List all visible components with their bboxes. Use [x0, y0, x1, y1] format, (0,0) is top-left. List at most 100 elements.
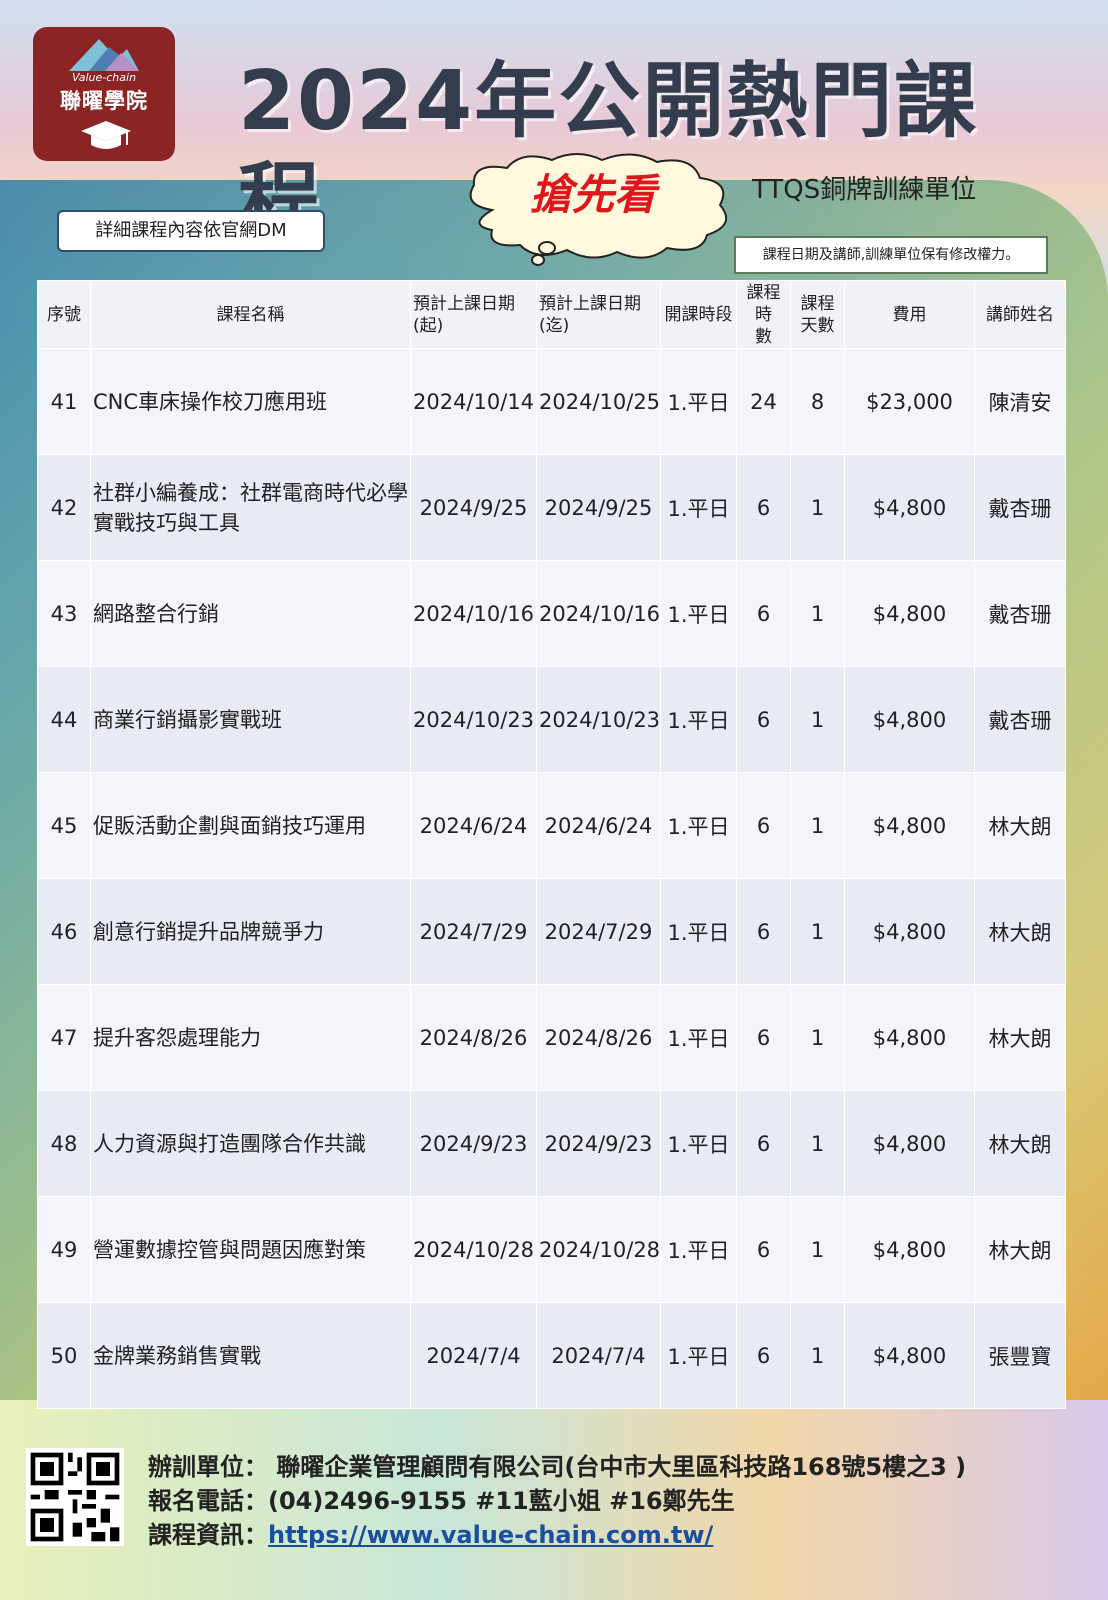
cell-no: 50	[37, 1302, 91, 1409]
table-row: 48 人力資源與打造團隊合作共識 2024/9/23 2024/9/23 1.平日 6 1 $…	[37, 1090, 1066, 1197]
cell-end: 2024/6/24	[536, 772, 661, 879]
cell-name: 創意行銷提升品牌競爭力	[90, 878, 411, 985]
header-hours: 課程時數	[736, 280, 791, 349]
rights-notice-box: 課程日期及講師,訓練單位保有修改權力。	[734, 236, 1048, 274]
cell-hours: 24	[736, 348, 791, 455]
cell-days: 1	[790, 1302, 845, 1409]
table-row: 47 提升客怨處理能力 2024/8/26 2024/8/26 1.平日 6 1 $4,800…	[37, 984, 1066, 1091]
cell-end: 2024/10/25	[536, 348, 661, 455]
cell-days: 1	[790, 560, 845, 667]
qr-code-icon	[26, 1448, 124, 1546]
header-no: 序號	[37, 280, 91, 349]
header-fee: 費用	[844, 280, 975, 349]
brand-logo: Value-chain 聯曜學院	[33, 27, 175, 161]
cell-start: 2024/9/23	[410, 1090, 537, 1197]
cell-slot: 1.平日	[660, 1196, 737, 1303]
ttqs-badge-text: TTQS銅牌訓練單位	[752, 175, 977, 205]
header-end: 預計上課日期 (迄)	[536, 280, 661, 349]
cell-teacher: 林大朗	[974, 1196, 1066, 1303]
cell-hours: 6	[736, 666, 791, 773]
cell-hours: 6	[736, 772, 791, 879]
logo-english-text: Value-chain	[71, 71, 137, 84]
cell-teacher: 陳清安	[974, 348, 1066, 455]
cell-teacher: 林大朗	[974, 984, 1066, 1091]
table-row: 43 網路整合行銷 2024/10/16 2024/10/16 1.平日 6 1 $4,800…	[37, 560, 1066, 667]
page-title: 2024年公開熱門課程	[238, 54, 979, 249]
course-table: 序號 課程名稱 預計上課日期 (起) 預計上課日期 (迄) 開課時段 課程時數 課程…	[37, 280, 1066, 1409]
table-row: 45 促販活動企劃與面銷技巧運用 2024/6/24 2024/6/24 1.平日 6 1 $…	[37, 772, 1066, 879]
cell-fee: $4,800	[844, 1302, 975, 1409]
cell-name: 營運數據控管與問題因應對策	[90, 1196, 411, 1303]
cell-hours: 6	[736, 560, 791, 667]
mountain-logo-icon	[69, 39, 139, 71]
cell-days: 1	[790, 772, 845, 879]
cell-no: 43	[37, 560, 91, 667]
cell-start: 2024/10/28	[410, 1196, 537, 1303]
cell-start: 2024/9/25	[410, 454, 537, 561]
course-rows: 41 CNC車床操作校刀應用班 2024/10/14 2024/10/25 1.平日 24…	[37, 348, 1066, 1409]
website-link[interactable]: https://www.value-chain.com.tw/	[268, 1521, 713, 1549]
cell-slot: 1.平日	[660, 348, 737, 455]
cell-slot: 1.平日	[660, 666, 737, 773]
table-row: 41 CNC車床操作校刀應用班 2024/10/14 2024/10/25 1.平日 24…	[37, 348, 1066, 455]
cell-slot: 1.平日	[660, 772, 737, 879]
cell-no: 46	[37, 878, 91, 985]
cell-name: 提升客怨處理能力	[90, 984, 411, 1091]
cell-hours: 6	[736, 1196, 791, 1303]
organizer-line: 辦訓單位： 聯曜企業管理顧問有限公司(台中市大里區科技路168號5樓之3 )	[148, 1453, 967, 1481]
cell-days: 1	[790, 666, 845, 773]
dm-note-box: 詳細課程內容依官網DM	[57, 210, 325, 252]
phone-line: 報名電話：(04)2496-9155 #11藍小姐 #16鄭先生	[148, 1487, 735, 1515]
table-header-row: 序號 課程名稱 預計上課日期 (起) 預計上課日期 (迄) 開課時段 課程時數 課程…	[37, 280, 1066, 349]
cell-teacher: 林大朗	[974, 772, 1066, 879]
logo-chinese-text: 聯曜學院	[60, 89, 148, 113]
cell-name: 金牌業務銷售實戰	[90, 1302, 411, 1409]
footer: 辦訓單位： 聯曜企業管理顧問有限公司(台中市大里區科技路168號5樓之3 ) 報…	[0, 1440, 1108, 1600]
header-name: 課程名稱	[90, 280, 411, 349]
cell-no: 42	[37, 454, 91, 561]
table-row: 46 創意行銷提升品牌競爭力 2024/7/29 2024/7/29 1.平日 6 1 $4,…	[37, 878, 1066, 985]
cell-hours: 6	[736, 1302, 791, 1409]
cell-end: 2024/7/29	[536, 878, 661, 985]
cell-name: 社群小編養成：社群電商時代必學實戰技巧與工具	[90, 454, 411, 561]
cell-no: 48	[37, 1090, 91, 1197]
cell-hours: 6	[736, 454, 791, 561]
header-days: 課程 天數	[790, 280, 845, 349]
cell-start: 2024/7/4	[410, 1302, 537, 1409]
cell-start: 2024/7/29	[410, 878, 537, 985]
cell-end: 2024/7/4	[536, 1302, 661, 1409]
table-row: 49 營運數據控管與問題因應對策 2024/10/28 2024/10/28 1.平日 6…	[37, 1196, 1066, 1303]
cell-slot: 1.平日	[660, 1302, 737, 1409]
cell-slot: 1.平日	[660, 1090, 737, 1197]
cell-slot: 1.平日	[660, 984, 737, 1091]
cell-end: 2024/9/25	[536, 454, 661, 561]
cell-no: 45	[37, 772, 91, 879]
cell-days: 1	[790, 454, 845, 561]
cell-end: 2024/10/16	[536, 560, 661, 667]
cell-no: 41	[37, 348, 91, 455]
cell-slot: 1.平日	[660, 878, 737, 985]
header-slot: 開課時段	[660, 280, 737, 349]
cell-fee: $4,800	[844, 454, 975, 561]
cell-no: 47	[37, 984, 91, 1091]
cell-end: 2024/8/26	[536, 984, 661, 1091]
cell-hours: 6	[736, 878, 791, 985]
cell-days: 1	[790, 1090, 845, 1197]
cell-teacher: 戴杏珊	[974, 560, 1066, 667]
cell-teacher: 戴杏珊	[974, 454, 1066, 561]
cell-fee: $4,800	[844, 666, 975, 773]
cell-days: 8	[790, 348, 845, 455]
cell-fee: $4,800	[844, 1090, 975, 1197]
graduation-cap-icon	[81, 121, 131, 149]
cell-start: 2024/10/14	[410, 348, 537, 455]
cell-end: 2024/10/23	[536, 666, 661, 773]
cell-name: 人力資源與打造團隊合作共識	[90, 1090, 411, 1197]
header-teacher: 講師姓名	[974, 280, 1066, 349]
cell-teacher: 林大朗	[974, 878, 1066, 985]
cell-start: 2024/6/24	[410, 772, 537, 879]
footer-info: 辦訓單位： 聯曜企業管理顧問有限公司(台中市大里區科技路168號5樓之3 ) 報…	[148, 1450, 1098, 1552]
cell-start: 2024/8/26	[410, 984, 537, 1091]
table-row: 44 商業行銷攝影實戰班 2024/10/23 2024/10/23 1.平日 6 1 $4,…	[37, 666, 1066, 773]
cell-fee: $4,800	[844, 984, 975, 1091]
table-row: 42 社群小編養成：社群電商時代必學實戰技巧與工具 2024/9/25 2024/9/…	[37, 454, 1066, 561]
